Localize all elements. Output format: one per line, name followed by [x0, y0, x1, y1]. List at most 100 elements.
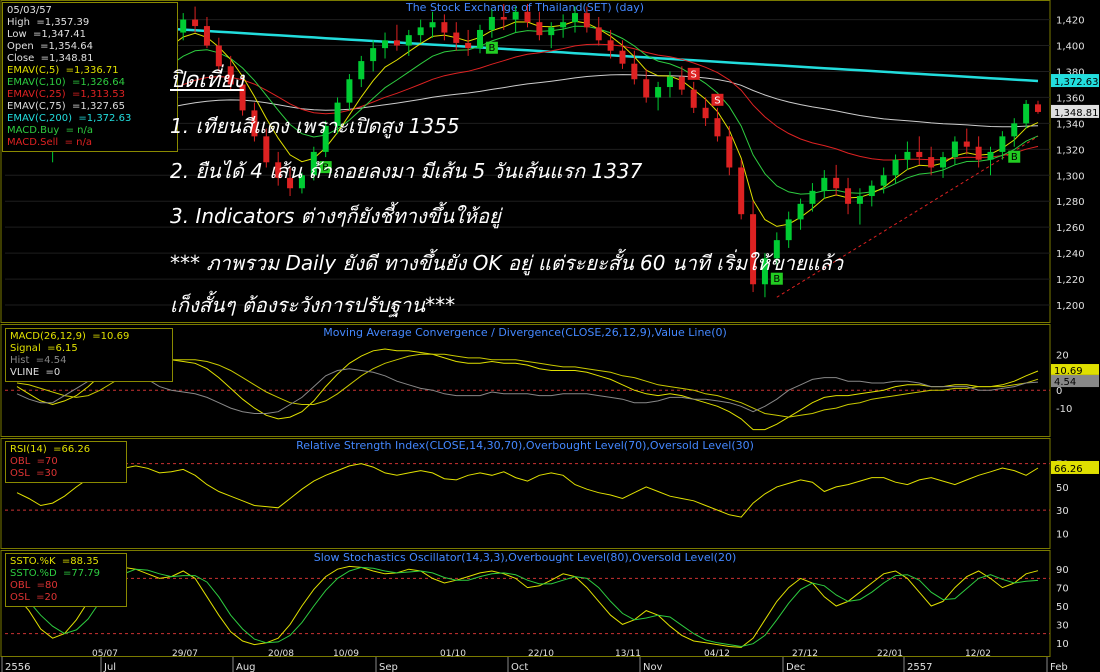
- candle-body: [548, 27, 555, 36]
- price-y-tick-label: 1,220: [1056, 275, 1085, 286]
- candle-body: [631, 63, 638, 80]
- candle-body: [500, 16, 507, 20]
- candle-body: [441, 22, 448, 33]
- macd-chart-title: Moving Average Convergence / Divergence(…: [323, 326, 727, 339]
- info-ssto-d: SSTO.%D =77.79: [10, 568, 101, 579]
- candle-body: [987, 151, 994, 160]
- candle-body: [1035, 104, 1041, 112]
- candle-body: [726, 136, 733, 168]
- candle-body: [845, 188, 852, 204]
- x-month-label: Feb: [1050, 662, 1068, 672]
- price-y-tick-label: 1,200: [1056, 301, 1085, 312]
- buy-signal-label: B: [1011, 152, 1018, 163]
- y-tick-label: 50: [1056, 602, 1069, 613]
- x-axis: 2556 Jul Aug Sep Oct Nov Dec 2557 Feb 05/07 29/07 2…: [0, 649, 1100, 672]
- y-tick-label: 30: [1056, 620, 1069, 631]
- info-close: Close =1,348.81: [7, 53, 94, 64]
- candle-body: [571, 13, 578, 23]
- info-macd: MACD(26,12,9) =10.69: [10, 331, 130, 342]
- macd-info-box: MACD(26,12,9) =10.69 Signal =6.15 Hist =…: [5, 328, 173, 382]
- candle-body: [892, 159, 899, 176]
- x-date-label: 04/12: [704, 649, 730, 659]
- y-tick-label: 50: [1056, 483, 1069, 494]
- info-ssto-k: SSTO.%K =88.35: [10, 556, 99, 567]
- candle-body: [619, 50, 626, 64]
- info-rsi-osl: OSL =30: [10, 468, 58, 479]
- rsi-info-box: RSI(14) =66.26 OBL =70 OSL =30: [5, 441, 127, 483]
- stochastic-info-box: SSTO.%K =88.35 SSTO.%D =77.79 OBL =80 OS…: [5, 553, 127, 607]
- candle-body: [999, 136, 1006, 152]
- y-tick-label: 10: [1056, 639, 1069, 650]
- candle-body: [453, 32, 460, 43]
- info-macd-buy: MACD.Buy = n/a: [7, 125, 94, 136]
- candle-body: [536, 22, 543, 36]
- info-signal: Signal =6.15: [10, 343, 78, 354]
- x-month-label: 2556: [5, 662, 30, 672]
- stochastic-panel: Slow Stochastics Oscillator(14,3,3),Over…: [5, 551, 1069, 650]
- price-y-tick-label: 1,400: [1056, 42, 1085, 53]
- x-month-label: Sep: [379, 662, 398, 672]
- info-emav5: EMAV(C,5) =1,336.71: [7, 65, 119, 76]
- info-emav200: EMAV(C,200) =1,372.63: [7, 113, 132, 124]
- info-high: High =1,357.39: [7, 17, 90, 28]
- candle-body: [595, 27, 602, 41]
- rsi-chart-title: Relative Strength Index(CLOSE,14,30,70),…: [296, 439, 754, 452]
- candle-body: [1011, 123, 1018, 137]
- candle-body: [417, 27, 424, 36]
- x-date-label: 22/10: [528, 649, 554, 659]
- candle-body: [607, 40, 614, 51]
- note-title: ปิดเที่ยง: [170, 68, 244, 93]
- candle-body: [797, 203, 804, 220]
- panel-border-2: [0, 438, 1051, 549]
- candle-body: [192, 19, 199, 27]
- candle-body: [560, 22, 567, 28]
- note-line-2: 2. ยืนได้ 4 เส้น ถ้าถอยลงมา มีเส้น 5 วัน…: [170, 159, 643, 183]
- candle-body: [583, 13, 590, 28]
- candle-body: [678, 76, 685, 90]
- candle-body: [643, 79, 650, 98]
- x-axis-band: [0, 657, 1100, 672]
- candle-body: [809, 190, 816, 204]
- note-line-5: เก็งสั้นๆ ต้องระวังการปรับฐาน***: [170, 293, 456, 317]
- price-badge-label: 1,348.81: [1054, 108, 1099, 119]
- candle-body: [180, 19, 187, 33]
- candle-body: [203, 26, 210, 46]
- candle-body: [963, 141, 970, 147]
- y-tick-label: -10: [1056, 404, 1072, 415]
- price-y-tick-label: 1,340: [1056, 119, 1085, 130]
- candle-body: [714, 118, 721, 137]
- price-y-tick-label: 1,300: [1056, 171, 1085, 182]
- info-ssto-obl: OBL =80: [10, 580, 58, 591]
- note-line-4: *** ภาพรวม Daily ยังดี ทางขึ้นยัง OK อยู…: [170, 251, 843, 275]
- x-month-label: 2557: [907, 662, 932, 672]
- info-date: 05/03/57: [7, 5, 52, 16]
- sell-signal-label: S: [691, 69, 697, 80]
- x-month-label: Aug: [236, 662, 256, 672]
- price-info-box: 05/03/57 High =1,357.39 Low =1,347.41 Op…: [2, 2, 178, 152]
- info-open: Open =1,354.64: [7, 41, 93, 52]
- candle-body: [524, 11, 531, 23]
- candle-body: [370, 48, 377, 62]
- x-date-label: 05/07: [92, 649, 118, 659]
- rsi-14--line: [16, 463, 1039, 518]
- x-month-label: Nov: [643, 662, 663, 672]
- ssto-d-line: [16, 566, 1039, 648]
- info-rsi-obl: OBL =70: [10, 456, 58, 467]
- rsi-panel: Relative Strength Index(CLOSE,14,30,70),…: [5, 439, 1099, 540]
- candle-body: [1023, 103, 1030, 124]
- price-y-tick-label: 1,320: [1056, 145, 1085, 156]
- candle-body: [465, 42, 472, 49]
- panel-border-3: [0, 550, 1051, 657]
- price-badge-label: 1,372.63: [1054, 77, 1099, 88]
- candle-body: [833, 177, 840, 189]
- info-low: Low =1,347.41: [7, 29, 86, 40]
- note-line-3: 3. Indicators ต่างๆก็ยังชี้ทางขึ้นให้อยู…: [170, 204, 501, 228]
- rsi-badge-label: 66.26: [1054, 464, 1083, 475]
- x-month-label: Dec: [786, 662, 805, 672]
- candle-body: [512, 11, 519, 20]
- candle-body: [358, 61, 365, 80]
- y-tick-label: 90: [1056, 565, 1069, 576]
- x-date-label: 13/11: [615, 649, 641, 659]
- candle-body: [975, 146, 982, 160]
- candle-body: [856, 196, 863, 204]
